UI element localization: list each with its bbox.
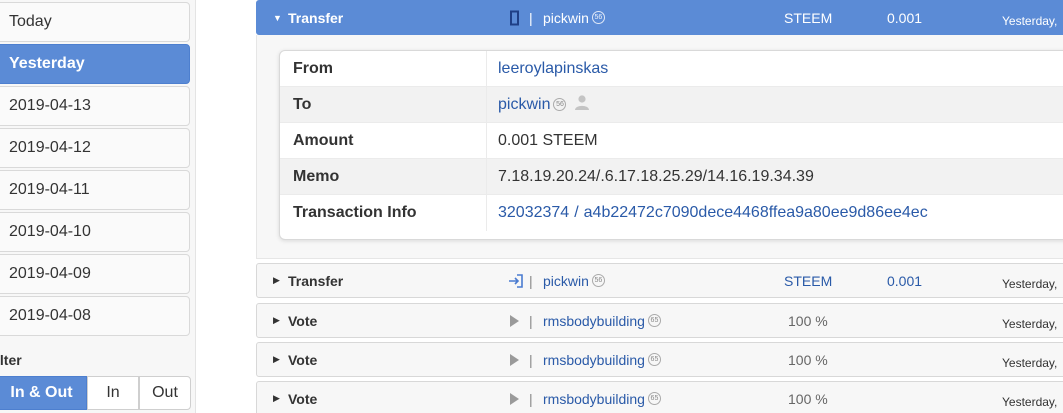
operation-row[interactable]: ▶ Vote | rmsbodybuilding 65 100 % Yester… [256, 381, 1063, 413]
caret-right-icon[interactable]: ▶ [273, 343, 280, 376]
detail-key: Transaction Info [293, 204, 417, 221]
user-icon [574, 94, 590, 115]
operation-type: Vote [288, 312, 318, 329]
play-icon [507, 382, 521, 413]
detail-row-to: To pickwin 56 [280, 87, 1063, 123]
play-icon [507, 304, 521, 337]
operation-type: Transfer [288, 272, 344, 289]
operations-list: ▼ Transfer | pickwin 56 STEEM 0.001 Yest… [256, 0, 1063, 413]
day-today-button[interactable]: Today [0, 2, 190, 42]
caret-right-icon[interactable]: ▶ [273, 304, 280, 337]
detail-key: Amount [293, 131, 354, 149]
separator: | [529, 312, 533, 329]
timestamp: Yesterday, [1002, 13, 1058, 28]
timestamp: Yesterday, [1002, 276, 1058, 291]
from-account-link[interactable]: leeroylapinskas [498, 51, 608, 86]
day-2019-04-12-button[interactable]: 2019-04-12 [0, 128, 190, 168]
currency: STEEM [784, 9, 833, 26]
memo-value: 7.18.19.20.24/.6.17.18.25.29/14.16.19.34… [498, 167, 814, 185]
detail-key: From [293, 59, 333, 77]
operation-row[interactable]: ▶ Vote | rmsbodybuilding 65 100 % Yester… [256, 303, 1063, 338]
amount: 0.001 [887, 272, 923, 289]
caret-right-icon[interactable]: ▶ [273, 382, 280, 413]
detail-row-memo: Memo 7.18.19.20.24/.6.17.18.25.29/14.16.… [280, 159, 1063, 195]
sidebar: Today Yesterday 2019-04-13 2019-04-12 20… [0, 0, 196, 413]
timestamp: Yesterday, [1002, 355, 1058, 370]
currency: STEEM [784, 272, 833, 289]
filter-label: ilter [0, 352, 22, 368]
day-2019-04-11-button[interactable]: 2019-04-11 [0, 170, 190, 210]
account-link[interactable]: pickwin [543, 273, 589, 289]
reputation-badge: 56 [591, 274, 605, 287]
day-2019-04-08-button[interactable]: 2019-04-08 [0, 296, 190, 336]
amount: 0.001 [887, 9, 923, 26]
detail-row-transaction: Transaction Info 32032374 / a4b22472c709… [280, 195, 1063, 231]
day-2019-04-10-button[interactable]: 2019-04-10 [0, 212, 190, 252]
filter-in-button[interactable]: In [87, 376, 139, 410]
vote-weight: 100 % [788, 390, 828, 407]
timestamp: Yesterday, [1002, 394, 1058, 409]
outgoing-icon [507, 1, 521, 34]
filter-in-out-button[interactable]: In & Out [0, 376, 87, 410]
separator: | [529, 272, 533, 289]
separator: | [529, 390, 533, 407]
caret-down-icon[interactable]: ▼ [273, 1, 282, 34]
day-2019-04-13-button[interactable]: 2019-04-13 [0, 86, 190, 126]
account-link[interactable]: rmsbodybuilding [543, 391, 645, 407]
operation-row-expanded[interactable]: ▼ Transfer | pickwin 56 STEEM 0.001 Yest… [256, 0, 1063, 35]
reputation-badge: 65 [647, 353, 661, 366]
reputation-badge: 65 [647, 314, 661, 327]
account-link[interactable]: rmsbodybuilding [543, 352, 645, 368]
reputation-badge: 56 [553, 98, 567, 111]
vote-weight: 100 % [788, 312, 828, 329]
reputation-badge: 65 [647, 392, 661, 405]
tx-separator: / [574, 204, 579, 221]
play-icon [507, 343, 521, 376]
operation-type: Vote [288, 351, 318, 368]
block-number-link[interactable]: 32032374 [498, 204, 569, 222]
incoming-icon [507, 264, 525, 297]
account-link[interactable]: pickwin [543, 10, 589, 26]
operation-type: Transfer [288, 9, 344, 26]
filter-out-button[interactable]: Out [139, 376, 191, 410]
reputation-badge: 56 [591, 11, 605, 24]
to-account-link[interactable]: pickwin [498, 96, 550, 114]
detail-key: Memo [293, 167, 340, 185]
operation-details-table: From leeroylapinskas To pickwin 56 Amoun… [279, 50, 1063, 240]
vote-weight: 100 % [788, 351, 828, 368]
operation-type: Vote [288, 390, 318, 407]
operation-row[interactable]: ▶ Transfer | pickwin 56 STEEM 0.001 Yest… [256, 263, 1063, 298]
detail-key: To [293, 95, 312, 113]
amount-value: 0.001 STEEM [498, 131, 598, 149]
operation-row[interactable]: ▶ Vote | rmsbodybuilding 65 100 % Yester… [256, 342, 1063, 377]
separator: | [529, 9, 533, 26]
day-2019-04-09-button[interactable]: 2019-04-09 [0, 254, 190, 294]
operation-details-container: From leeroylapinskas To pickwin 56 Amoun… [256, 35, 1063, 259]
separator: | [529, 351, 533, 368]
caret-right-icon[interactable]: ▶ [273, 264, 280, 297]
transaction-id-link[interactable]: a4b22472c7090dece4468ffea9a80ee9d86ee4ec [584, 204, 928, 222]
detail-row-from: From leeroylapinskas [280, 51, 1063, 87]
day-yesterday-button[interactable]: Yesterday [0, 44, 190, 84]
timestamp: Yesterday, [1002, 316, 1058, 331]
account-link[interactable]: rmsbodybuilding [543, 313, 645, 329]
detail-row-amount: Amount 0.001 STEEM [280, 123, 1063, 159]
